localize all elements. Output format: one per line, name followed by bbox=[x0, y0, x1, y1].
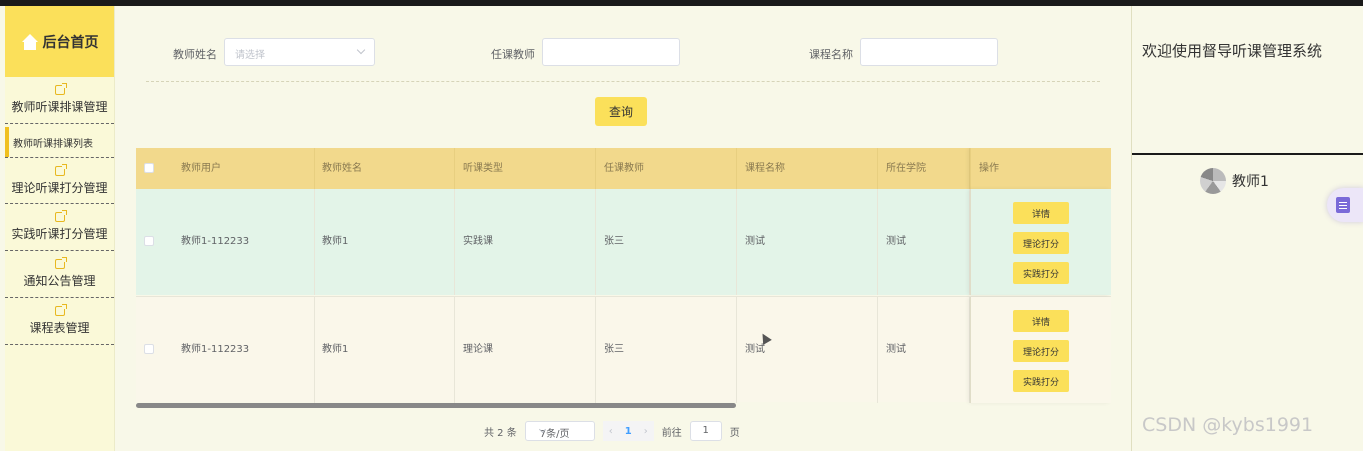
col-header-course: 课程名称 bbox=[737, 148, 878, 189]
table-header: 教师用户 教师姓名 听课类型 任课教师 课程名称 所在学院 bbox=[136, 148, 1111, 189]
sidebar-item-schedule[interactable]: 教师听课排课管理 bbox=[5, 77, 114, 124]
cell-course: 测试 bbox=[737, 297, 878, 403]
data-table: 教师用户 教师姓名 听课类型 任课教师 课程名称 所在学院 操作 教师1-112… bbox=[136, 148, 1111, 408]
course-label: 课程名称 bbox=[809, 48, 853, 61]
pagination: 共 2 条 7条/页 ‹ 1 › 前往 1 页 bbox=[484, 420, 740, 442]
cell-lecturer: 张三 bbox=[596, 297, 737, 403]
sidebar-subitem-schedule-list[interactable]: 教师听课排课列表 bbox=[5, 127, 114, 157]
welcome-title: 欢迎使用督导听课管理系统 bbox=[1142, 42, 1323, 60]
edit-icon bbox=[54, 163, 67, 176]
edit-icon bbox=[54, 210, 67, 222]
main-content: 教师姓名 请选择 任课教师 课程名称 查询 教师用户 教师姓名 听课类型 任课教… bbox=[116, 6, 1130, 451]
col-header-actions: 操作 bbox=[970, 148, 1111, 189]
filter-bar: 教师姓名 请选择 任课教师 课程名称 bbox=[116, 6, 1130, 82]
pagination-total: 共 2 条 bbox=[484, 427, 517, 439]
sidebar-item-timetable[interactable]: 课程表管理 bbox=[5, 298, 114, 345]
course-input[interactable] bbox=[860, 38, 998, 66]
col-header-name: 教师姓名 bbox=[314, 148, 455, 189]
lecturer-label: 任课教师 bbox=[491, 48, 535, 61]
sidebar-home[interactable]: 后台首页 bbox=[5, 6, 114, 77]
col-header-type: 听课类型 bbox=[455, 148, 596, 189]
col-header-lecturer: 任课教师 bbox=[596, 148, 737, 189]
goto-label: 前往 bbox=[661, 427, 682, 439]
theory-score-button[interactable]: 理论打分 bbox=[1013, 232, 1069, 254]
row-checkbox[interactable] bbox=[144, 344, 154, 354]
sidebar-item-theory-score[interactable]: 理论听课打分管理 bbox=[5, 157, 114, 204]
sidebar-home-title: 后台首页 bbox=[42, 34, 99, 51]
table-row: 教师1-112233 教师1 实践课 张三 测试 测试 详情 理论打分 实践打分 bbox=[136, 189, 1111, 295]
sidebar-subitem-label: 教师听课排课列表 bbox=[13, 138, 93, 150]
cell-user: 教师1-112233 bbox=[173, 189, 315, 295]
sidebar: 后台首页 教师听课排课管理 教师听课排课列表 理论听课打分管理 实践听课打分管理… bbox=[5, 6, 115, 451]
sidebar-item-practice-score[interactable]: 实践听课打分管理 bbox=[5, 204, 114, 251]
cell-type: 理论课 bbox=[455, 297, 596, 403]
table-row: 教师1-112233 教师1 理论课 张三 测试 测试 详情 理论打分 实践打分 bbox=[136, 296, 1111, 403]
edit-icon bbox=[54, 257, 67, 269]
cell-course: 测试 bbox=[737, 189, 878, 295]
sidebar-item-notice[interactable]: 通知公告管理 bbox=[5, 251, 114, 298]
row-actions: 详情 理论打分 实践打分 bbox=[970, 297, 1111, 403]
cell-type: 实践课 bbox=[455, 189, 596, 295]
cell-name: 教师1 bbox=[314, 297, 455, 403]
chevron-down-icon bbox=[356, 45, 366, 55]
floating-assistant-tab[interactable] bbox=[1327, 188, 1363, 222]
home-icon bbox=[21, 33, 39, 50]
teacher-name-placeholder: 请选择 bbox=[235, 50, 265, 61]
right-panel: 欢迎使用督导听课管理系统 教师1 CSDN @kybs1991 bbox=[1131, 6, 1363, 451]
edit-icon bbox=[54, 83, 67, 95]
goto-page-input[interactable]: 1 bbox=[689, 421, 722, 441]
query-button[interactable]: 查询 bbox=[595, 97, 647, 126]
lecturer-input[interactable] bbox=[542, 38, 680, 66]
col-header-college: 所在学院 bbox=[878, 148, 970, 189]
row-checkbox[interactable] bbox=[144, 236, 154, 246]
page-number-current[interactable]: 1 bbox=[625, 426, 632, 437]
cell-lecturer: 张三 bbox=[596, 189, 737, 295]
cell-user: 教师1-112233 bbox=[173, 297, 315, 403]
page-suffix: 页 bbox=[729, 427, 740, 439]
watermark: CSDN @kybs1991 bbox=[1142, 414, 1314, 436]
edit-icon bbox=[54, 304, 67, 316]
sidebar-item-label: 通知公告管理 bbox=[23, 274, 96, 288]
prev-page-button[interactable]: ‹ bbox=[609, 426, 613, 437]
sidebar-item-label: 理论听课打分管理 bbox=[11, 180, 108, 195]
teacher-name-select[interactable]: 请选择 bbox=[224, 38, 375, 66]
sidebar-item-label: 教师听课排课管理 bbox=[11, 100, 108, 114]
practice-score-button[interactable]: 实践打分 bbox=[1013, 262, 1069, 284]
document-icon bbox=[1336, 197, 1350, 213]
filter-divider bbox=[146, 81, 1100, 82]
user-info[interactable]: 教师1 bbox=[1200, 168, 1269, 194]
col-header-user: 教师用户 bbox=[173, 148, 315, 189]
right-divider bbox=[1132, 153, 1363, 155]
theory-score-button[interactable]: 理论打分 bbox=[1013, 340, 1069, 362]
cell-name: 教师1 bbox=[314, 189, 455, 295]
sidebar-item-label: 实践听课打分管理 bbox=[11, 227, 108, 241]
detail-button[interactable]: 详情 bbox=[1013, 202, 1069, 224]
page-navigator: ‹ 1 › bbox=[602, 421, 654, 441]
next-page-button[interactable]: › bbox=[644, 426, 648, 437]
table-horizontal-scrollbar[interactable] bbox=[136, 403, 736, 408]
detail-button[interactable]: 详情 bbox=[1013, 310, 1069, 332]
practice-score-button[interactable]: 实践打分 bbox=[1013, 370, 1069, 392]
sidebar-item-label: 课程表管理 bbox=[29, 321, 90, 335]
page-size-select[interactable]: 7条/页 bbox=[524, 421, 595, 441]
avatar bbox=[1200, 168, 1226, 194]
select-all-checkbox[interactable] bbox=[144, 163, 154, 173]
cell-college: 测试 bbox=[878, 297, 970, 403]
teacher-name-label: 教师姓名 bbox=[173, 48, 217, 61]
username: 教师1 bbox=[1232, 174, 1269, 190]
row-actions: 详情 理论打分 实践打分 bbox=[970, 189, 1111, 295]
cell-college: 测试 bbox=[878, 189, 970, 295]
